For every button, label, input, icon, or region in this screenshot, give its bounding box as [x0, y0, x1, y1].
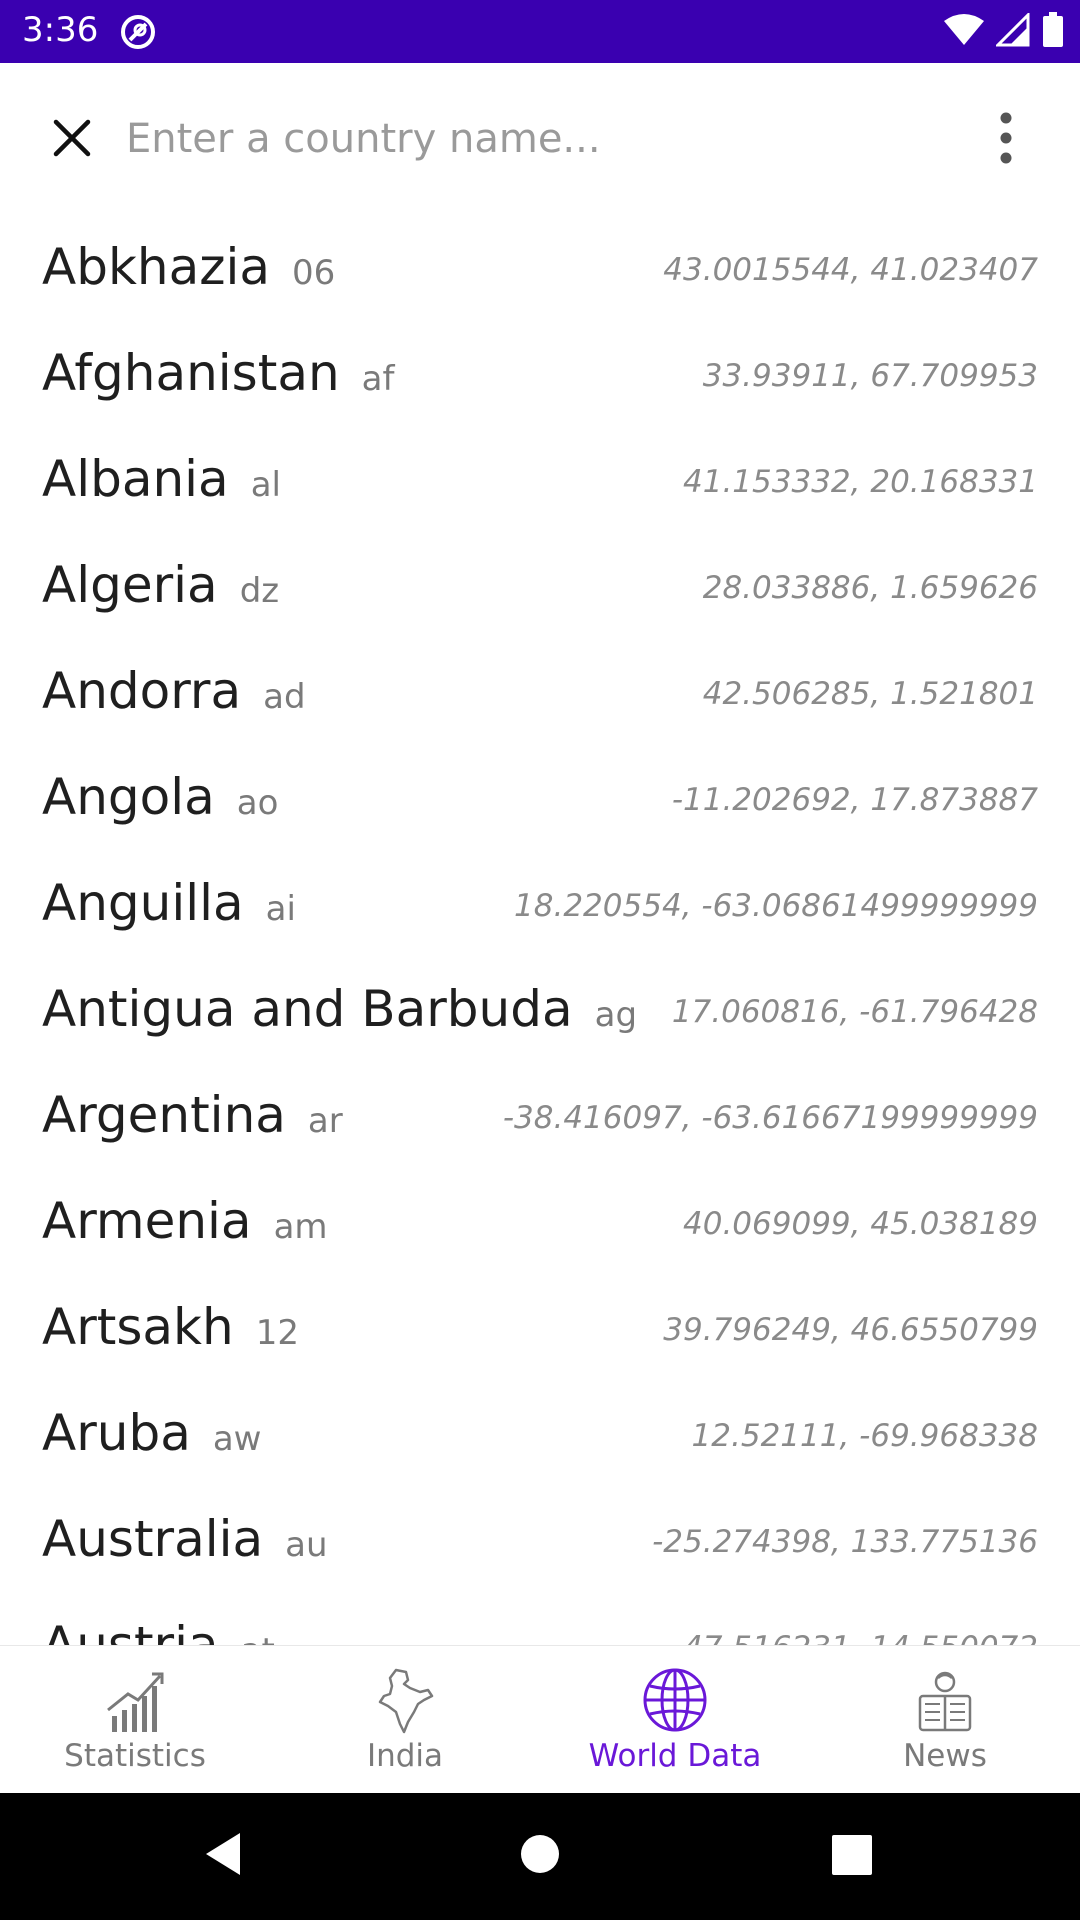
nav-label-statistics: Statistics: [64, 1738, 206, 1774]
close-icon[interactable]: [46, 112, 98, 164]
country-name: Argentina ar: [42, 1086, 343, 1144]
country-name: Australia au: [42, 1510, 328, 1568]
country-coordinates: 18.220554, -63.06861499999999: [514, 888, 1038, 924]
country-name: Abkhazia 06: [42, 238, 336, 296]
nav-label-world-data: World Data: [588, 1738, 762, 1774]
country-search-input[interactable]: [126, 107, 946, 171]
battery-icon: [1043, 12, 1063, 47]
status-bar: 3:36: [0, 0, 1080, 63]
recent-apps-icon[interactable]: [830, 1829, 874, 1879]
country-row[interactable]: Antigua and Barbuda ag 17.060816, -61.796…: [0, 962, 1080, 1068]
country-code: au: [285, 1525, 328, 1565]
status-time: 3:36: [22, 10, 99, 50]
country-coordinates: 33.93911, 67.709953: [702, 358, 1038, 394]
country-coordinates: 17.060816, -61.796428: [671, 994, 1038, 1030]
country-coordinates: -11.202692, 17.873887: [671, 782, 1038, 818]
bar-chart-trend-icon: [107, 1672, 164, 1732]
country-code: ag: [594, 995, 638, 1035]
country-row[interactable]: Angola ao -11.202692, 17.873887: [0, 750, 1080, 856]
country-name: Algeria dz: [42, 556, 280, 614]
nav-item-statistics[interactable]: Statistics: [0, 1646, 270, 1794]
country-coordinates: 28.033886, 1.659626: [702, 570, 1038, 606]
system-navigation-bar: [0, 1793, 1080, 1920]
home-icon[interactable]: [518, 1829, 562, 1879]
country-coordinates: 12.52111, -69.968338: [691, 1418, 1038, 1454]
country-code: at: [241, 1631, 275, 1645]
country-row[interactable]: Andorra ad 42.506285, 1.521801: [0, 644, 1080, 750]
nav-label-news: News: [903, 1738, 987, 1774]
country-row[interactable]: Anguilla ai 18.220554, -63.06861499999999: [0, 856, 1080, 962]
cellular-signal-icon: [996, 13, 1030, 47]
country-name: Artsakh 12: [42, 1298, 299, 1356]
country-row[interactable]: Albania al 41.153332, 20.168331: [0, 432, 1080, 538]
nav-item-world-data[interactable]: World Data: [540, 1646, 810, 1794]
country-name: Aruba aw: [42, 1404, 262, 1462]
country-coordinates: 47.516231, 14.550072: [683, 1630, 1038, 1645]
india-map-icon: [378, 1668, 434, 1734]
back-icon[interactable]: [200, 1829, 250, 1879]
country-coordinates: 39.796249, 46.6550799: [663, 1312, 1038, 1348]
country-coordinates: -25.274398, 133.775136: [652, 1524, 1038, 1560]
country-row[interactable]: Australia au -25.274398, 133.775136: [0, 1492, 1080, 1598]
country-name: Anguilla ai: [42, 874, 296, 932]
country-coordinates: 40.069099, 45.038189: [683, 1206, 1038, 1242]
country-code: dz: [239, 571, 280, 611]
country-row[interactable]: Armenia am 40.069099, 45.038189: [0, 1174, 1080, 1280]
country-code: al: [250, 465, 281, 505]
country-name: Antigua and Barbuda ag: [42, 980, 638, 1038]
app-notification-icon: [121, 15, 155, 49]
nav-item-india[interactable]: India: [270, 1646, 540, 1794]
country-coordinates: -38.416097, -63.61667199999999: [502, 1100, 1038, 1136]
country-row[interactable]: Aruba aw 12.52111, -69.968338: [0, 1386, 1080, 1492]
country-name: Afghanistan af: [42, 344, 395, 402]
country-code: ad: [263, 677, 306, 717]
country-code: ar: [307, 1101, 343, 1141]
globe-icon: [643, 1668, 707, 1732]
more-options-icon[interactable]: [985, 110, 1027, 166]
country-list[interactable]: Abkhazia 06 43.0015544, 41.023407 Afghani…: [0, 220, 1080, 1645]
country-coordinates: 43.0015544, 41.023407: [663, 252, 1038, 288]
country-row[interactable]: Artsakh 12 39.796249, 46.6550799: [0, 1280, 1080, 1386]
country-code: 06: [292, 253, 336, 293]
country-row[interactable]: Algeria dz 28.033886, 1.659626: [0, 538, 1080, 644]
country-row[interactable]: Argentina ar -38.416097, -63.616671999999…: [0, 1068, 1080, 1174]
country-row[interactable]: Afghanistan af 33.93911, 67.709953: [0, 326, 1080, 432]
country-row[interactable]: Austriaat 47.516231, 14.550072: [0, 1598, 1080, 1645]
bottom-navigation: Statistics India World Data News: [0, 1645, 1080, 1794]
country-code: am: [273, 1207, 328, 1247]
country-name: Angola ao: [42, 768, 279, 826]
country-code: ai: [265, 889, 296, 929]
nav-item-news[interactable]: News: [810, 1646, 1080, 1794]
country-code: aw: [212, 1419, 262, 1459]
country-name: Austriaat: [42, 1616, 275, 1645]
country-code: 12: [255, 1313, 299, 1353]
country-row[interactable]: Abkhazia 06 43.0015544, 41.023407: [0, 220, 1080, 326]
nav-label-india: India: [366, 1738, 444, 1774]
country-name: Armenia am: [42, 1192, 328, 1250]
country-code: af: [361, 359, 395, 399]
country-name: Albania al: [42, 450, 281, 508]
country-name: Andorra ad: [42, 662, 306, 720]
country-code: ao: [236, 783, 279, 823]
country-coordinates: 42.506285, 1.521801: [702, 676, 1038, 712]
country-coordinates: 41.153332, 20.168331: [683, 464, 1038, 500]
newspaper-reader-icon: [918, 1671, 972, 1732]
wifi-icon: [944, 14, 984, 45]
